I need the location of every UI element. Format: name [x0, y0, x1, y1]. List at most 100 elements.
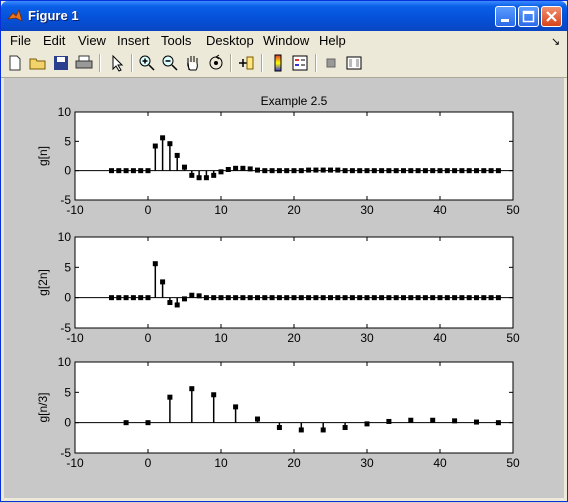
- x-tick-label: 50: [506, 331, 520, 345]
- stem-marker: [123, 295, 129, 301]
- y-tick-label: 0: [64, 291, 71, 305]
- stem-marker: [422, 295, 428, 301]
- stem-marker: [247, 166, 253, 172]
- y-axis-label: g[2n]: [36, 269, 50, 296]
- close-button[interactable]: [541, 6, 562, 27]
- stem-marker: [160, 279, 166, 285]
- stem-marker: [138, 295, 144, 301]
- stem-marker: [466, 168, 472, 174]
- stem-marker: [189, 386, 195, 392]
- stem-marker: [444, 295, 450, 301]
- zoom-out-icon[interactable]: [160, 53, 180, 73]
- stem-marker: [386, 418, 392, 424]
- save-icon[interactable]: [51, 53, 71, 73]
- minimize-button[interactable]: [495, 6, 516, 27]
- stem-marker: [320, 427, 326, 433]
- x-tick-label: 0: [145, 331, 152, 345]
- stem-marker: [430, 168, 436, 174]
- y-tick-label: 0: [64, 164, 71, 178]
- stem-marker: [174, 302, 180, 308]
- stem-marker: [233, 295, 239, 301]
- show-plot-tools-icon[interactable]: [344, 53, 364, 73]
- colorbar-icon[interactable]: [268, 53, 288, 73]
- stem-marker: [218, 295, 224, 301]
- pointer-icon[interactable]: [107, 53, 127, 73]
- stem-marker: [123, 168, 129, 174]
- stem-marker: [481, 295, 487, 301]
- legend-icon[interactable]: [290, 53, 310, 73]
- stem-marker: [116, 295, 122, 301]
- stem-marker: [474, 419, 479, 425]
- stem-marker: [342, 425, 348, 431]
- stem-marker: [291, 168, 297, 174]
- menu-window[interactable]: Window: [263, 33, 309, 48]
- zoom-in-icon[interactable]: [137, 53, 157, 73]
- hide-plot-tools-icon[interactable]: [321, 53, 341, 73]
- stem-marker: [320, 167, 326, 173]
- new-icon[interactable]: [5, 53, 25, 73]
- print-icon[interactable]: [74, 53, 94, 73]
- stem-marker: [255, 416, 260, 422]
- data-cursor-icon[interactable]: [236, 53, 256, 73]
- y-tick-label: -5: [60, 193, 71, 207]
- stem-marker: [211, 295, 217, 301]
- stem-marker: [174, 152, 180, 158]
- stem-marker: [167, 141, 173, 147]
- toolbar-separator: [230, 54, 232, 72]
- rotate-icon[interactable]: [206, 53, 226, 73]
- stem-marker: [320, 295, 326, 301]
- y-tick-label: 10: [58, 230, 72, 244]
- title-bar[interactable]: Figure 1: [1, 1, 567, 31]
- stem-marker: [408, 295, 414, 301]
- stem-marker: [109, 295, 114, 301]
- stem-marker: [444, 168, 450, 174]
- stem-marker: [364, 295, 370, 301]
- stem-marker: [284, 295, 290, 301]
- stem-marker: [452, 295, 458, 301]
- menu-edit[interactable]: Edit: [43, 33, 65, 48]
- maximize-button[interactable]: [518, 6, 539, 27]
- stem-marker: [203, 175, 209, 181]
- toolbar-separator: [99, 54, 101, 72]
- menu-bar: File Edit View Insert Tools Desktop Wind…: [1, 31, 567, 51]
- stem-marker: [328, 295, 333, 301]
- stem-marker: [262, 168, 268, 174]
- menu-view[interactable]: View: [78, 33, 106, 48]
- toolbar-separator: [261, 54, 263, 72]
- stem-marker: [437, 168, 443, 174]
- menu-help[interactable]: Help: [319, 33, 346, 48]
- menu-desktop[interactable]: Desktop: [206, 33, 254, 48]
- y-tick-label: 5: [64, 134, 71, 148]
- toolbar-separator: [315, 54, 317, 72]
- stem-marker: [335, 295, 341, 301]
- x-tick-label: 10: [214, 456, 228, 470]
- stem-marker: [189, 172, 195, 178]
- open-icon[interactable]: [28, 53, 48, 73]
- stem-marker: [298, 168, 304, 174]
- menu-file[interactable]: File: [10, 33, 31, 48]
- x-tick-label: 30: [360, 203, 374, 217]
- x-tick-label: 10: [214, 203, 228, 217]
- figure-canvas[interactable]: -10 0 10 20 30 40 50 -5 0 5 10 g[n] Example 2.5 -10 0 1…: [4, 78, 564, 498]
- stem-marker: [123, 420, 129, 426]
- dock-arrow-icon[interactable]: ↘: [551, 35, 560, 48]
- stem-marker: [255, 167, 260, 173]
- stem-marker: [386, 168, 392, 174]
- stem-marker: [233, 404, 239, 410]
- stem-marker: [488, 295, 494, 301]
- pan-icon[interactable]: [183, 53, 203, 73]
- stem-marker: [415, 168, 421, 174]
- stem-marker: [152, 143, 158, 149]
- stem-marker: [306, 167, 312, 173]
- stem-marker: [218, 169, 224, 175]
- figure-toolbar: [1, 51, 567, 78]
- y-tick-label: 0: [64, 416, 71, 430]
- menu-insert[interactable]: Insert: [117, 33, 150, 48]
- stem-marker: [225, 166, 231, 172]
- stem-marker: [196, 293, 202, 299]
- stem-marker: [145, 168, 151, 174]
- stem-marker: [357, 168, 363, 174]
- stem-marker: [306, 295, 312, 301]
- menu-tools[interactable]: Tools: [161, 33, 191, 48]
- stem-marker: [495, 420, 501, 426]
